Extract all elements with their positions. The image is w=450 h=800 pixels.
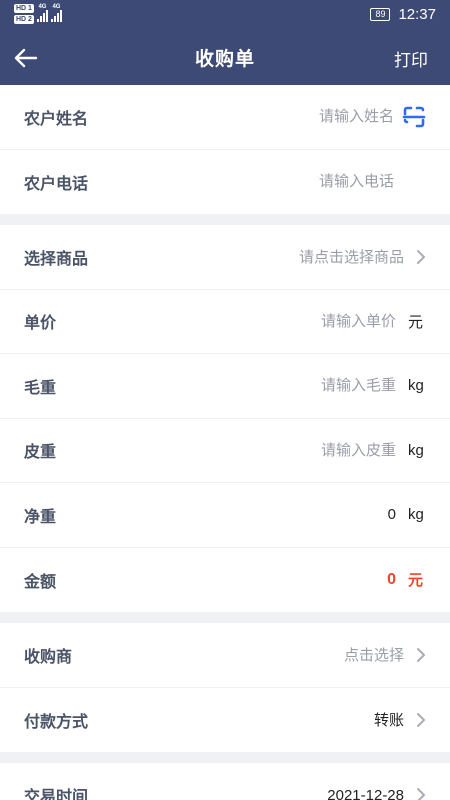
section-gap <box>0 214 450 225</box>
scan-icon <box>402 106 426 128</box>
status-right: 89 12:37 <box>370 6 436 23</box>
chevron-right-icon <box>416 647 426 663</box>
status-bar: HD 1 HD 2 4G 4G 89 12:37 <box>0 0 450 30</box>
select-product-value: 请点击选择商品 <box>134 246 426 267</box>
tare-weight-value: kg <box>134 441 426 459</box>
gross-weight-row: 毛重 kg <box>0 354 450 419</box>
amount-label: 金额 <box>24 573 57 591</box>
top-bar: HD 1 HD 2 4G 4G 89 12:37 收购单 打印 <box>0 0 450 85</box>
net-weight-row: 净重 0 kg <box>0 483 450 548</box>
print-button[interactable]: 打印 <box>394 46 428 71</box>
amount-value: 0 元 <box>134 569 426 590</box>
sim2-badge: HD 2 <box>14 15 34 24</box>
net-weight-label: 净重 <box>24 508 57 526</box>
farmer-phone-label: 农户电话 <box>24 175 89 193</box>
amount-unit: 元 <box>408 572 424 590</box>
gross-weight-value: kg <box>134 377 426 395</box>
unit-price-unit: 元 <box>408 313 424 331</box>
select-product-row[interactable]: 选择商品 请点击选择商品 <box>0 225 450 290</box>
buyer-label: 收购商 <box>24 648 73 666</box>
tare-weight-input[interactable] <box>216 441 396 459</box>
signal-bars-icon <box>36 10 48 22</box>
status-left: HD 1 HD 2 4G 4G <box>14 4 62 24</box>
farmer-phone-input[interactable] <box>214 173 394 191</box>
trade-section: 交易时间 2021-12-28 <box>0 763 450 800</box>
buyer-value: 点击选择 <box>134 644 426 665</box>
buyer-row[interactable]: 收购商 点击选择 <box>0 623 450 688</box>
tare-weight-label: 皮重 <box>24 444 57 462</box>
farmer-name-label: 农户姓名 <box>24 110 89 128</box>
section-gap <box>0 612 450 623</box>
trade-time-label: 交易时间 <box>24 789 89 800</box>
payment-method-row[interactable]: 付款方式 转账 <box>0 688 450 753</box>
gross-weight-label: 毛重 <box>24 379 57 397</box>
chevron-right-icon <box>416 787 426 800</box>
trade-time-date: 2021-12-28 <box>327 786 404 800</box>
signal-bars-icon <box>50 10 62 22</box>
farmer-phone-row: 农户电话 <box>0 150 450 215</box>
unit-price-value: 元 <box>134 311 426 332</box>
farmer-name-row: 农户姓名 <box>0 85 450 150</box>
select-product-placeholder: 请点击选择商品 <box>298 249 404 267</box>
payment-method-selected: 转账 <box>373 712 404 730</box>
payment-method-value: 转账 <box>134 709 426 730</box>
signal-1: 4G <box>36 4 48 22</box>
amount-total: 0 <box>387 570 396 588</box>
tare-weight-unit: kg <box>408 441 424 459</box>
gross-weight-unit: kg <box>408 377 424 395</box>
farmer-name-value <box>134 105 426 129</box>
section-gap <box>0 752 450 763</box>
farmer-phone-value <box>134 173 426 191</box>
farmer-name-input[interactable] <box>214 108 394 126</box>
unit-price-row: 单价 元 <box>0 290 450 354</box>
clock: 12:37 <box>398 6 436 23</box>
trade-time-row[interactable]: 交易时间 2021-12-28 <box>0 763 450 800</box>
net-weight-unit: kg <box>408 506 424 524</box>
nav-bar: 收购单 打印 <box>0 30 450 85</box>
page-title: 收购单 <box>194 49 255 70</box>
unit-price-label: 单价 <box>24 315 57 333</box>
farmer-section: 农户姓名 农户电话 <box>0 85 450 214</box>
gross-weight-input[interactable] <box>216 377 396 395</box>
unit-price-input[interactable] <box>216 312 396 330</box>
battery-icon: 89 <box>370 8 391 21</box>
buyer-placeholder: 点击选择 <box>343 647 404 665</box>
payment-method-label: 付款方式 <box>24 713 89 731</box>
scan-button[interactable] <box>402 105 426 129</box>
goods-section: 选择商品 请点击选择商品 单价 元 毛重 kg 皮重 kg 净重 0 <box>0 225 450 612</box>
amount-row: 金额 0 元 <box>0 548 450 613</box>
tare-weight-row: 皮重 kg <box>0 419 450 483</box>
purchase-section: 收购商 点击选择 付款方式 转账 <box>0 623 450 752</box>
signal-2: 4G <box>50 4 62 22</box>
chevron-right-icon <box>416 712 426 728</box>
net-weight-amount: 0 <box>387 506 396 524</box>
sim1-badge: HD 1 <box>14 4 34 13</box>
select-product-label: 选择商品 <box>24 250 89 268</box>
chevron-right-icon <box>416 249 426 265</box>
sim-stack: HD 1 HD 2 <box>14 4 34 24</box>
net-weight-value: 0 kg <box>134 506 426 523</box>
trade-time-value: 2021-12-28 <box>134 787 426 800</box>
